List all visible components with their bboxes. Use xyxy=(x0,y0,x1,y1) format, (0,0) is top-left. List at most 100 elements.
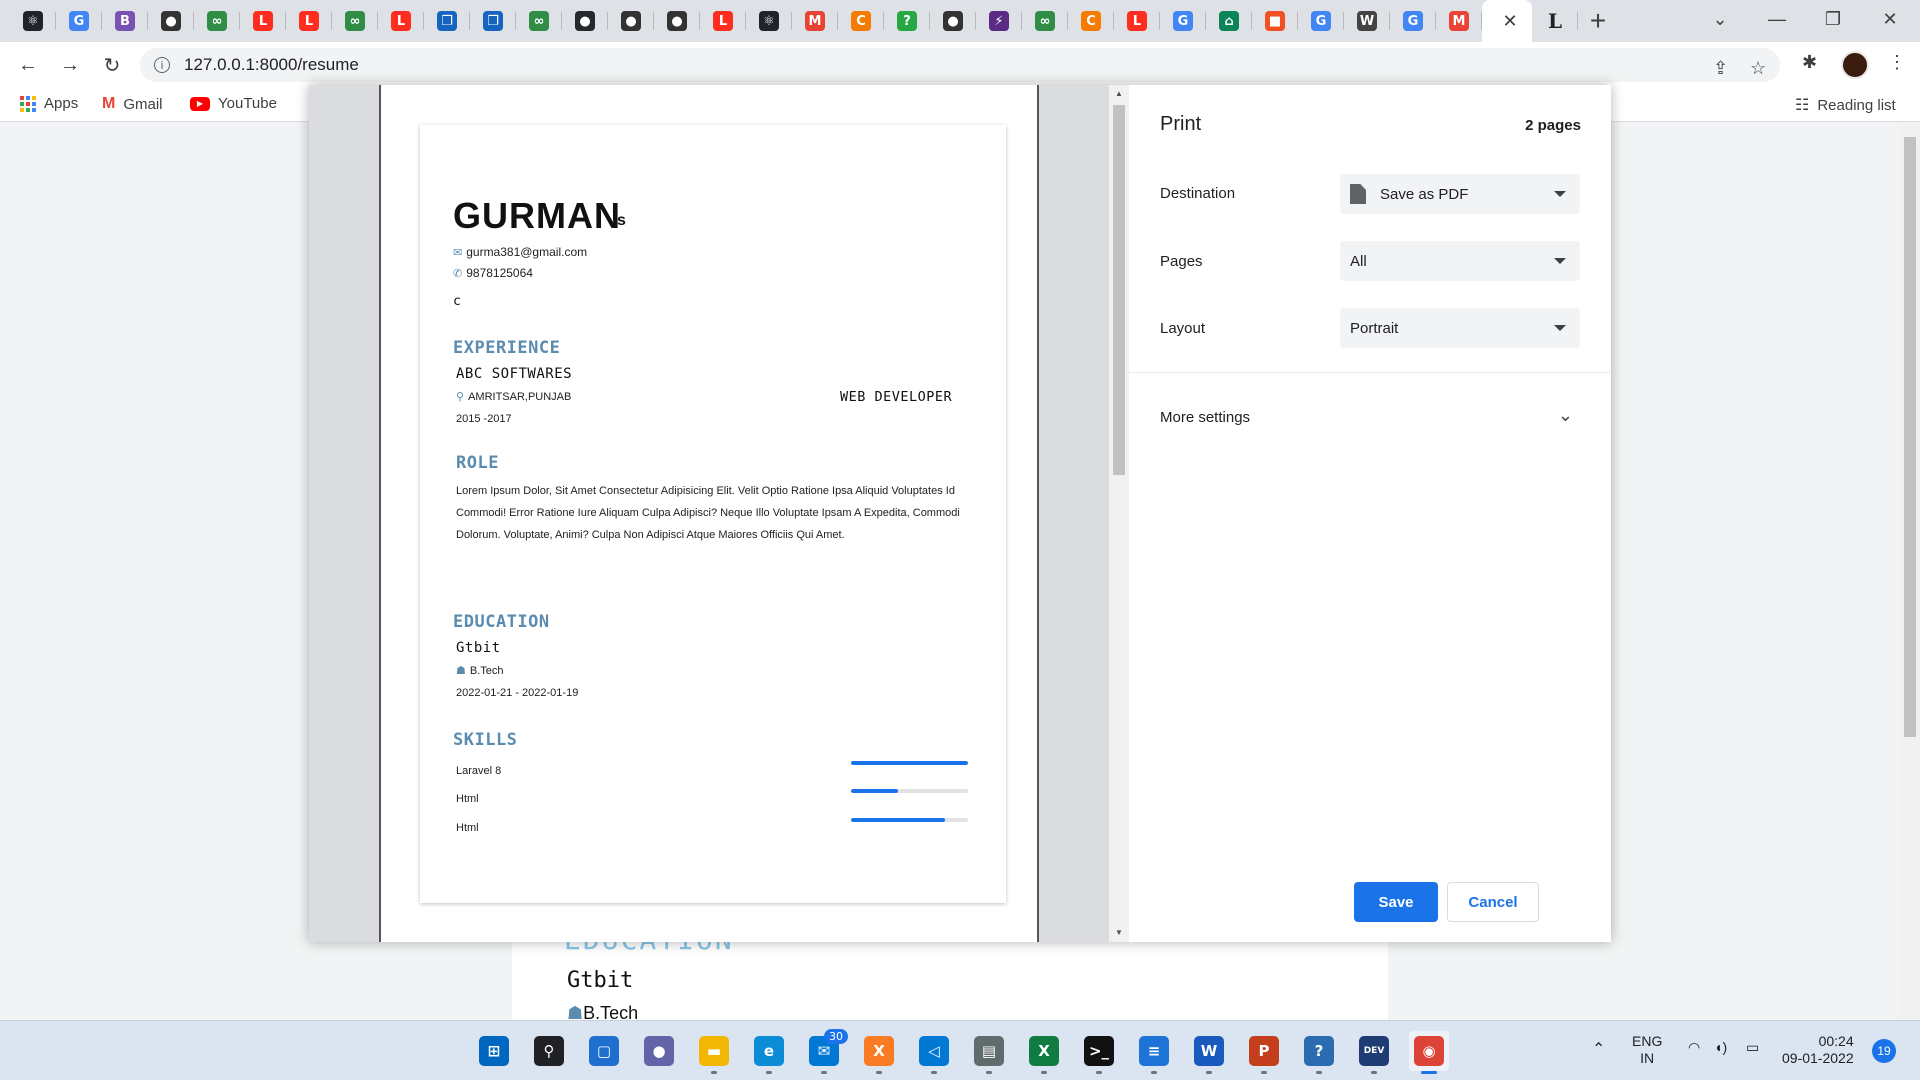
vscode-icon: ◁ xyxy=(919,1036,949,1066)
forward-arrow-icon[interactable]: → xyxy=(50,45,90,85)
preview-scrollbar[interactable]: ▲ ▼ xyxy=(1109,85,1129,942)
browser-tab[interactable]: L xyxy=(378,0,424,42)
reload-icon[interactable]: ↻ xyxy=(92,45,132,85)
browser-tab[interactable]: M xyxy=(792,0,838,42)
reading-list-button[interactable]: ☷ Reading list xyxy=(1795,95,1896,115)
active-tab[interactable]: ✕ xyxy=(1482,0,1532,42)
battery-icon[interactable]: ▭ xyxy=(1746,1039,1759,1056)
share-icon[interactable]: ⇪ xyxy=(1713,58,1728,79)
geeksforgeeks-icon: ∞ xyxy=(529,11,549,31)
window-close-icon[interactable]: ✕ xyxy=(1860,0,1920,38)
browser-tab[interactable]: L xyxy=(1114,0,1160,42)
site-info-icon[interactable]: i xyxy=(154,57,170,73)
extensions-puzzle-icon[interactable]: ✱ xyxy=(1802,52,1817,73)
browser-tab[interactable]: ❐ xyxy=(470,0,516,42)
page-scrollbar[interactable] xyxy=(1900,123,1920,1020)
clock[interactable]: 00:24 09-01-2022 xyxy=(1782,1033,1854,1067)
volume-icon[interactable]: ◖) xyxy=(1714,1039,1727,1055)
bookmark-apps[interactable]: Apps xyxy=(20,95,78,112)
close-tab-icon[interactable]: ✕ xyxy=(1502,11,1517,32)
browser-tab[interactable]: ⚛ xyxy=(10,0,56,42)
taskbar-edge[interactable]: e xyxy=(749,1031,789,1074)
wifi-icon[interactable]: ◠ xyxy=(1688,1039,1700,1056)
browser-tab[interactable]: C xyxy=(1068,0,1114,42)
taskbar-terminal[interactable]: >_ xyxy=(1079,1031,1119,1074)
company-name: ABC SOFTWARES xyxy=(456,366,573,382)
taskbar-vscode[interactable]: ◁ xyxy=(914,1031,954,1074)
taskbar-file-explorer[interactable]: ▬ xyxy=(694,1031,734,1074)
browser-tab[interactable]: C xyxy=(838,0,884,42)
browser-tab[interactable]: ● xyxy=(608,0,654,42)
browser-tab[interactable]: L xyxy=(286,0,332,42)
browser-tab[interactable]: ● xyxy=(562,0,608,42)
taskbar-chrome[interactable]: ◉ xyxy=(1409,1031,1449,1074)
taskbar-task-view[interactable]: ▢ xyxy=(584,1031,624,1071)
browser-tab[interactable]: ∞ xyxy=(1022,0,1068,42)
clock-date: 09-01-2022 xyxy=(1782,1050,1854,1066)
gmail-icon: M xyxy=(102,95,116,112)
browser-tab[interactable]: L xyxy=(240,0,286,42)
browser-tab[interactable]: G xyxy=(1160,0,1206,42)
browser-tab[interactable]: ⚡ xyxy=(976,0,1022,42)
taskbar-sticky[interactable]: ▤ xyxy=(969,1031,1009,1074)
cancel-button[interactable]: Cancel xyxy=(1447,882,1539,922)
address-bar[interactable]: i 127.0.0.1:8000/resume ⇪ ☆ xyxy=(140,48,1780,82)
menu-kebab-icon[interactable]: ⋮ xyxy=(1888,52,1906,73)
browser-tab[interactable]: ∞ xyxy=(516,0,562,42)
chevron-down-icon[interactable]: ⌄ xyxy=(1558,405,1573,426)
browser-tab[interactable]: W xyxy=(1344,0,1390,42)
company-location: ⚲ AMRITSAR,PUNJAB xyxy=(456,390,571,404)
browser-tab[interactable]: ⌂ xyxy=(1206,0,1252,42)
browser-tab[interactable]: L xyxy=(700,0,746,42)
browser-tab[interactable]: ∞ xyxy=(194,0,240,42)
minimize-icon[interactable]: — xyxy=(1747,0,1807,38)
notification-count-badge[interactable]: 19 xyxy=(1872,1039,1896,1063)
browser-tab[interactable]: ? xyxy=(884,0,930,42)
browser-tab[interactable]: ■ xyxy=(1252,0,1298,42)
taskbar-word[interactable]: W xyxy=(1189,1031,1229,1074)
scroll-down-icon[interactable]: ▼ xyxy=(1115,928,1123,937)
taskbar-teams-chat[interactable]: ● xyxy=(639,1031,679,1071)
browser-tab[interactable]: ⚛ xyxy=(746,0,792,42)
bookmark-gmail[interactable]: M Gmail xyxy=(102,95,163,113)
browser-tab[interactable]: G xyxy=(56,0,102,42)
browser-tab[interactable]: ● xyxy=(148,0,194,42)
tab-search-chevron-icon[interactable]: ⌄ xyxy=(1690,0,1750,38)
browser-tab[interactable]: ❐ xyxy=(424,0,470,42)
browser-tab[interactable]: G xyxy=(1390,0,1436,42)
scroll-up-icon[interactable]: ▲ xyxy=(1115,89,1123,98)
taskbar-xampp[interactable]: X xyxy=(859,1031,899,1074)
browser-tab[interactable]: ● xyxy=(654,0,700,42)
taskbar-mail[interactable]: ✉ 30 xyxy=(804,1029,848,1074)
taskbar-start[interactable]: ⊞ xyxy=(474,1031,514,1071)
browser-tab[interactable]: B xyxy=(102,0,148,42)
bookmark-star-icon[interactable]: ☆ xyxy=(1750,58,1766,79)
back-arrow-icon[interactable]: ← xyxy=(8,45,48,85)
show-hidden-icons-chevron-icon[interactable]: ⌃ xyxy=(1592,1039,1605,1059)
restore-icon[interactable]: ❐ xyxy=(1803,0,1863,38)
experience-heading: EXPERIENCE xyxy=(453,338,561,358)
profile-avatar[interactable] xyxy=(1841,51,1869,79)
bookmark-youtube[interactable]: ▶ YouTube xyxy=(190,95,277,112)
save-button[interactable]: Save xyxy=(1354,882,1438,922)
taskbar-notepad[interactable]: ≡ xyxy=(1134,1031,1174,1074)
destination-select[interactable]: Save as PDF xyxy=(1340,174,1580,214)
browser-tab[interactable]: G xyxy=(1298,0,1344,42)
taskbar-excel[interactable]: X xyxy=(1024,1031,1064,1074)
language-indicator[interactable]: ENG IN xyxy=(1632,1033,1662,1067)
more-settings-toggle[interactable]: More settings xyxy=(1160,409,1250,426)
page-scrollbar-thumb[interactable] xyxy=(1904,137,1916,737)
browser-tab[interactable]: M xyxy=(1436,0,1482,42)
pages-select[interactable]: All xyxy=(1340,241,1580,281)
preview-scrollbar-thumb[interactable] xyxy=(1113,105,1125,475)
taskbar-search[interactable]: ⚲ xyxy=(529,1031,569,1071)
tab-after-active[interactable]: L xyxy=(1532,0,1578,42)
bookmark-label: YouTube xyxy=(218,95,277,112)
new-tab-button[interactable]: + xyxy=(1578,0,1618,42)
layout-select[interactable]: Portrait xyxy=(1340,308,1580,348)
taskbar-help[interactable]: ? xyxy=(1299,1031,1339,1074)
browser-tab[interactable]: ● xyxy=(930,0,976,42)
browser-tab[interactable]: ∞ xyxy=(332,0,378,42)
taskbar-powerpoint[interactable]: P xyxy=(1244,1031,1284,1074)
taskbar-dev-cpp[interactable]: DEV xyxy=(1354,1031,1394,1074)
